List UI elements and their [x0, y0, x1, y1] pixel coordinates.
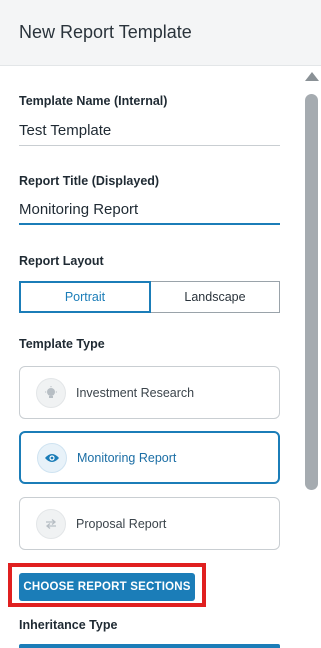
template-type-label: Template Type — [19, 337, 105, 351]
report-title-label: Report Title (Displayed) — [19, 174, 160, 188]
panel-title: New Report Template — [19, 22, 192, 42]
scroll-up-arrow-icon[interactable] — [305, 72, 319, 81]
inheritance-type-label: Inheritance Type — [19, 618, 118, 632]
template-type-label-proposal: Proposal Report — [76, 516, 167, 531]
layout-option-portrait[interactable]: Portrait — [19, 281, 151, 313]
report-layout-label: Report Layout — [19, 254, 104, 268]
template-name-label: Template Name (Internal) — [19, 94, 168, 108]
template-type-monitoring-report[interactable]: Monitoring Report — [19, 431, 280, 484]
lightbulb-icon — [36, 377, 66, 408]
template-type-label-monitoring: Monitoring Report — [77, 450, 177, 465]
swap-arrows-icon — [36, 508, 66, 539]
template-type-label-investment: Investment Research — [76, 385, 195, 400]
template-type-proposal-report[interactable]: Proposal Report — [19, 497, 280, 550]
scrollbar-thumb[interactable] — [305, 94, 318, 490]
template-type-investment-research[interactable]: Investment Research — [19, 366, 280, 419]
form-content: Template Name (Internal) Test Template R… — [0, 66, 300, 648]
report-layout-toggle: Portrait Landscape — [19, 281, 280, 313]
eye-icon — [37, 442, 67, 473]
highlight-annotation-box — [8, 563, 206, 607]
layout-option-landscape[interactable]: Landscape — [151, 281, 280, 313]
inheritance-type-control[interactable] — [19, 644, 280, 648]
vertical-scrollbar[interactable] — [302, 66, 321, 648]
panel-header: New Report Template — [0, 0, 321, 66]
report-title-input[interactable]: Monitoring Report — [19, 197, 280, 225]
template-name-input[interactable]: Test Template — [19, 118, 280, 146]
